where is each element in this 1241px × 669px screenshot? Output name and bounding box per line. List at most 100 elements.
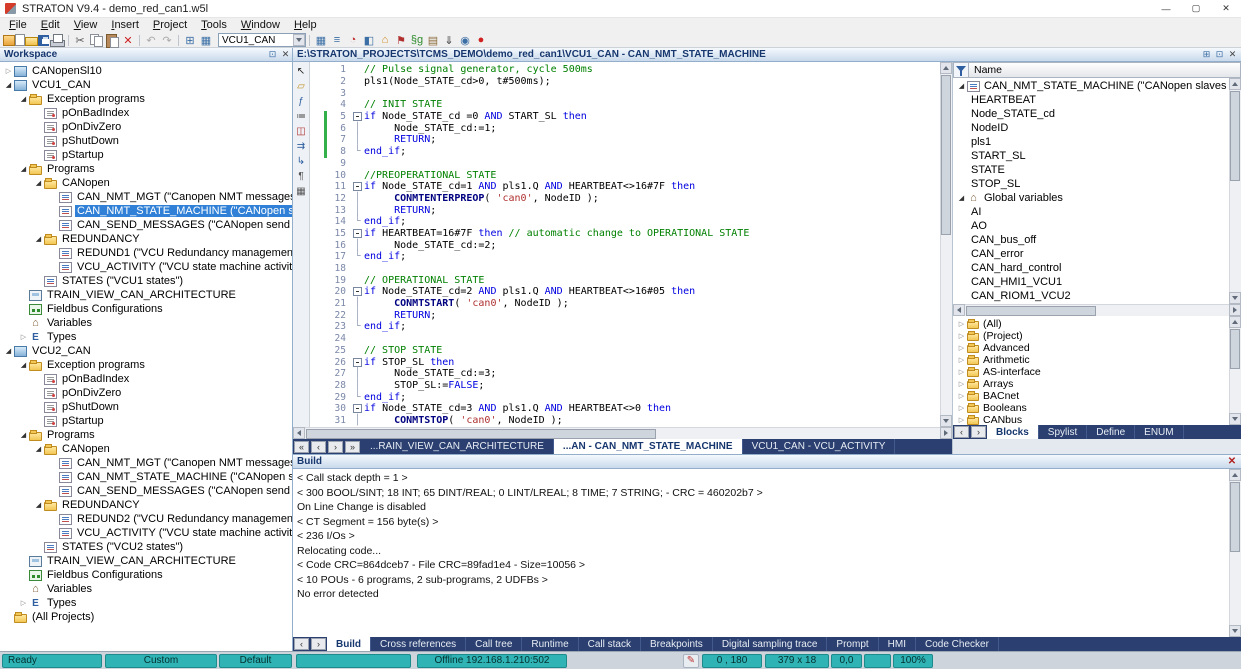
code-line[interactable]: 3 <box>310 87 940 99</box>
scroll-thumb[interactable] <box>306 429 656 439</box>
open-icon[interactable] <box>25 37 38 46</box>
code-line[interactable]: 14└end_if; <box>310 216 940 228</box>
alarm-icon[interactable]: ◉ <box>457 33 473 47</box>
code-line[interactable]: 6│ Node_STATE_cd:=1; <box>310 122 940 134</box>
tree-item-can-nmt-state-machine-canopen-slaves-sta[interactable]: CAN_NMT_STATE_MACHINE ("CANopen slaves s… <box>0 204 292 218</box>
spylist-icon[interactable]: §g <box>409 33 425 47</box>
menu-edit[interactable]: Edit <box>34 18 67 33</box>
output-tab-breakpoints[interactable]: Breakpoints <box>641 637 713 651</box>
code-line[interactable]: 12│ CONMTENTERPREOP( 'can0', NodeID ); <box>310 193 940 205</box>
tree-item-fieldbus-configurations[interactable]: Fieldbus Configurations <box>0 302 292 316</box>
tabs-prev-button[interactable]: ‹ <box>954 426 969 438</box>
new-file-icon[interactable] <box>15 34 25 46</box>
code-line[interactable]: 1// Pulse signal generator, cycle 500ms <box>310 64 940 76</box>
tree-item-can-nmt-state-machine-canopen-slaves-sta[interactable]: CAN_NMT_STATE_MACHINE ("CANopen slaves s… <box>0 470 292 484</box>
variable-item-node-state-cd[interactable]: Node_STATE_cd <box>953 107 1229 121</box>
code-line[interactable]: 22│ RETURN; <box>310 309 940 321</box>
expander-icon[interactable]: ◢ <box>33 501 44 509</box>
code-line[interactable]: 29└end_if; <box>310 391 940 403</box>
insert-fb-icon[interactable]: ƒ <box>294 94 309 109</box>
tree-item-types[interactable]: ▷ETypes <box>0 596 292 610</box>
output-tab-hmi[interactable]: HMI <box>879 637 916 651</box>
tree-item-pondivzero[interactable]: pOnDivZero <box>0 120 292 134</box>
variable-item-ai[interactable]: AI <box>953 205 1229 219</box>
insert-comment-icon[interactable]: ¶ <box>294 169 309 184</box>
tree-item-exception-programs[interactable]: ◢Exception programs <box>0 92 292 106</box>
expander-icon[interactable]: ▷ <box>3 67 14 75</box>
doc-tab-an-can-nmt-state-machine[interactable]: ...AN - CAN_NMT_STATE_MACHINE <box>554 439 743 454</box>
tree-item-exception-programs[interactable]: ◢Exception programs <box>0 358 292 372</box>
code-line[interactable]: 26if STOP_SL then <box>310 356 940 368</box>
groups-vertical-scrollbar[interactable] <box>1229 316 1241 425</box>
code-line[interactable]: 7│ RETURN; <box>310 134 940 146</box>
library-icon[interactable]: ⊞ <box>182 33 198 47</box>
expander-icon[interactable]: ◢ <box>33 179 44 187</box>
tree-item-canopen[interactable]: ◢CANopen <box>0 176 292 190</box>
insert-jump-icon[interactable]: ↳ <box>294 154 309 169</box>
expander-icon[interactable]: ▷ <box>956 404 967 412</box>
code-line[interactable]: 11if Node_STATE_cd=1 AND pls1.Q AND HEAR… <box>310 181 940 193</box>
tree-item-redund2-vcu-redundancy-management[interactable]: REDUND2 ("VCU Redundancy management") <box>0 512 292 526</box>
redo-icon[interactable]: ↷ <box>159 33 175 47</box>
tree-item-variables[interactable]: ⌂Variables <box>0 582 292 596</box>
blocks-tab-spylist[interactable]: Spylist <box>1039 425 1087 439</box>
tree-item-can-nmt-mgt-canopen-nmt-messages-manage[interactable]: CAN_NMT_MGT ("Canopen NMT messages manag… <box>0 190 292 204</box>
code-line[interactable]: 8└end_if; <box>310 146 940 158</box>
variables-vertical-scrollbar[interactable] <box>1229 78 1241 304</box>
tree-item-redundancy[interactable]: ◢REDUNDANCY <box>0 232 292 246</box>
blocks-tab-blocks[interactable]: Blocks <box>987 425 1039 439</box>
expander-icon[interactable]: ◢ <box>18 95 29 103</box>
expander-icon[interactable]: ▷ <box>956 416 967 424</box>
variable-item-can-nmt-state-machine-canopen-slaves[interactable]: ◢CAN_NMT_STATE_MACHINE ("CANopen slaves <box>953 79 1229 93</box>
variable-item-heartbeat[interactable]: HEARTBEAT <box>953 93 1229 107</box>
code-line[interactable]: 10//PREOPERATIONAL STATE <box>310 169 940 181</box>
scroll-right-button[interactable] <box>940 427 952 439</box>
expander-icon[interactable]: ◢ <box>956 194 967 202</box>
scroll-up-button[interactable] <box>1229 469 1241 481</box>
tree-item-train-view-can-architecture[interactable]: TRAIN_VIEW_CAN_ARCHITECTURE <box>0 554 292 568</box>
scroll-right-button[interactable] <box>1229 304 1241 316</box>
tabs-prev-button[interactable]: ‹ <box>311 441 326 453</box>
tabs-last-button[interactable]: » <box>345 441 360 453</box>
insert-if-icon[interactable]: ⇉ <box>294 139 309 154</box>
block-group-bacnet[interactable]: ▷BACnet <box>953 390 1229 402</box>
code-line[interactable]: 23└end_if; <box>310 321 940 333</box>
tree-item-vcu-activity-vcu-state-machine-activity[interactable]: VCU_ACTIVITY ("VCU state machine activit… <box>0 260 292 274</box>
workspace-close-icon[interactable]: ✕ <box>279 49 292 61</box>
code-line[interactable]: 13│ RETURN; <box>310 204 940 216</box>
watch-icon[interactable]: ◔ <box>345 33 361 47</box>
tree-item-pstartup[interactable]: pStartup <box>0 148 292 162</box>
menu-insert[interactable]: Insert <box>104 18 146 33</box>
tree-item-can-send-messages-canopen-send-message[interactable]: CAN_SEND_MESSAGES ("CANopen send message… <box>0 218 292 232</box>
tree-item-redundancy[interactable]: ◢REDUNDANCY <box>0 498 292 512</box>
fold-marker[interactable] <box>351 112 364 121</box>
scroll-thumb[interactable] <box>1230 91 1240 181</box>
program-selector[interactable]: VCU1_CAN <box>218 33 306 47</box>
code-line[interactable]: 30if Node_STATE_cd=3 AND pls1.Q AND HEAR… <box>310 403 940 415</box>
scroll-thumb[interactable] <box>966 306 1096 316</box>
code-line[interactable]: 4// INIT STATE <box>310 99 940 111</box>
insert-variable-icon[interactable]: ▱ <box>294 79 309 94</box>
code-line[interactable]: 2pls1(Node_STATE_cd>0, t#500ms); <box>310 76 940 88</box>
tree-item-fieldbus-configurations[interactable]: Fieldbus Configurations <box>0 568 292 582</box>
menu-help[interactable]: Help <box>287 18 324 33</box>
variable-item-can-error[interactable]: CAN_error <box>953 247 1229 261</box>
fold-marker[interactable] <box>351 287 364 296</box>
code-line[interactable]: 27│ Node_STATE_cd:=3; <box>310 368 940 380</box>
insert-operator-icon[interactable]: ≔ <box>294 109 309 124</box>
tree-item-redund1-vcu-redundancy-management[interactable]: REDUND1 ("VCU Redundancy management") <box>0 246 292 260</box>
expander-icon[interactable]: ◢ <box>18 165 29 173</box>
tree-item-types[interactable]: ▷ETypes <box>0 330 292 344</box>
tree-item-states-vcu1-states[interactable]: STATES ("VCU1 states") <box>0 274 292 288</box>
editor-vertical-scrollbar[interactable] <box>940 62 952 427</box>
output-tab-build[interactable]: Build <box>327 637 371 651</box>
block-group-project[interactable]: ▷(Project) <box>953 330 1229 342</box>
variable-item-can-hmi1-vcu1[interactable]: CAN_HMI1_VCU1 <box>953 275 1229 289</box>
close-button[interactable]: ✕ <box>1211 0 1241 18</box>
block-group-canbus[interactable]: ▷CANbus <box>953 414 1229 425</box>
tree-item-can-send-messages-canopen-send-message[interactable]: CAN_SEND_MESSAGES ("CANopen send message… <box>0 484 292 498</box>
print-icon[interactable] <box>49 33 65 47</box>
output-tab-prompt[interactable]: Prompt <box>827 637 878 651</box>
expander-icon[interactable]: ▷ <box>956 320 967 328</box>
select-cursor-icon[interactable]: ↖ <box>294 64 309 79</box>
